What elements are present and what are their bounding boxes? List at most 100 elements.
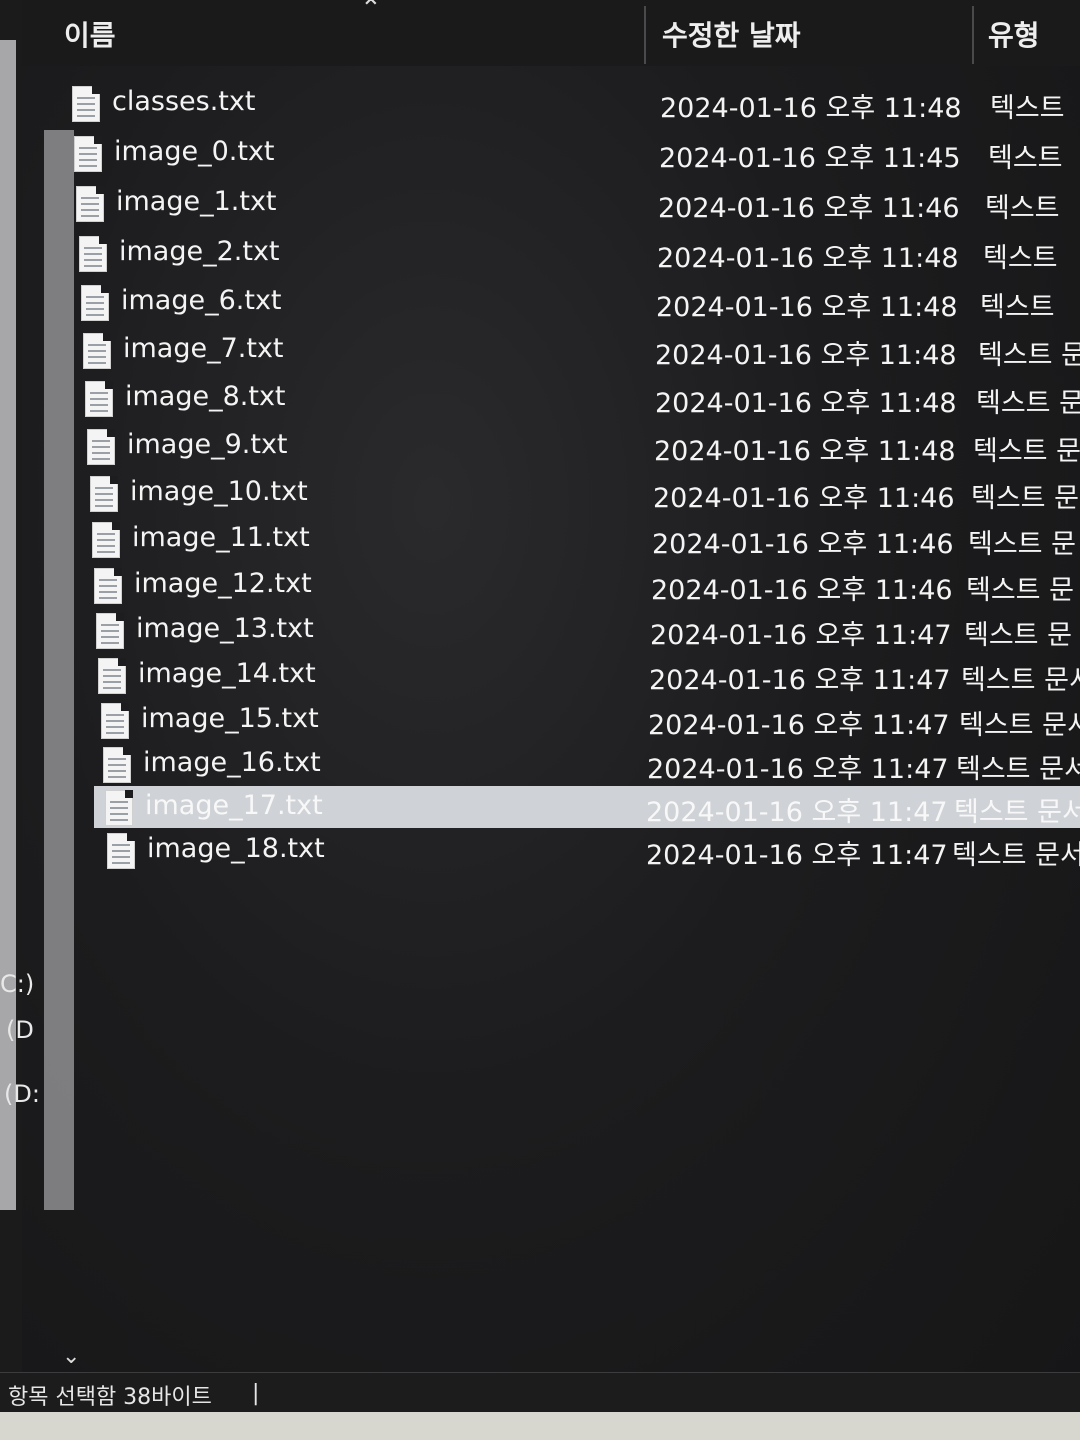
- file-row[interactable]: image_18.txt 2024-01-16 오후 11:47 텍스트 문서: [60, 829, 1080, 873]
- file-modified-date: 2024-01-16 오후 11:46: [658, 193, 960, 224]
- text-file-icon: [81, 285, 109, 321]
- file-row[interactable]: image_1.txt 2024-01-16 오후 11:46 텍스트: [60, 182, 1080, 226]
- file-type: 텍스트 문: [966, 575, 1074, 606]
- file-row[interactable]: image_10.txt 2024-01-16 오후 11:46 텍스트 문: [60, 472, 1080, 516]
- file-modified-date: 2024-01-16 오후 11:46: [653, 483, 955, 514]
- file-row[interactable]: image_2.txt 2024-01-16 오후 11:48 텍스트: [60, 232, 1080, 276]
- text-file-icon: [79, 236, 107, 272]
- monitor-bezel: [0, 1412, 1080, 1440]
- column-header-type[interactable]: 유형: [988, 14, 1040, 54]
- file-modified-date: 2024-01-16 오후 11:46: [652, 529, 954, 560]
- file-row[interactable]: classes.txt 2024-01-16 오후 11:48 텍스트: [60, 82, 1080, 126]
- text-file-icon: [92, 522, 120, 558]
- file-modified-date: 2024-01-16 오후 11:48: [654, 436, 956, 467]
- navigation-pane: [0, 0, 22, 1372]
- file-row[interactable]: image_14.txt 2024-01-16 오후 11:47 텍스트 문서: [60, 654, 1080, 698]
- file-type: 텍스트 문: [973, 436, 1080, 467]
- column-divider[interactable]: [972, 6, 974, 64]
- file-name: image_10.txt: [130, 476, 308, 507]
- file-name: image_18.txt: [147, 833, 325, 864]
- column-header-date[interactable]: 수정한 날짜: [662, 14, 801, 54]
- text-file-icon: [85, 381, 113, 417]
- text-file-icon: [103, 747, 131, 783]
- file-name: image_6.txt: [121, 285, 282, 316]
- file-modified-date: 2024-01-16 오후 11:47: [647, 754, 949, 785]
- file-row[interactable]: image_17.txt 2024-01-16 오후 11:47 텍스트 문서: [94, 786, 1080, 828]
- file-row[interactable]: image_8.txt 2024-01-16 오후 11:48 텍스트 문: [60, 377, 1080, 421]
- text-file-icon: [94, 568, 122, 604]
- file-modified-date: 2024-01-16 오후 11:48: [657, 243, 959, 274]
- file-type: 텍스트: [980, 292, 1055, 323]
- file-type: 텍스트 문서: [956, 754, 1080, 785]
- file-type: 텍스트 문: [964, 620, 1072, 651]
- file-type: 텍스트 문: [978, 340, 1080, 371]
- text-file-icon: [101, 703, 129, 739]
- text-file-icon: [96, 613, 124, 649]
- file-row[interactable]: image_11.txt 2024-01-16 오후 11:46 텍스트 문: [60, 518, 1080, 562]
- nav-item-drive-d-2[interactable]: (D:: [4, 1080, 40, 1108]
- file-type: 텍스트: [983, 243, 1058, 274]
- file-row[interactable]: image_13.txt 2024-01-16 오후 11:47 텍스트 문: [60, 609, 1080, 653]
- nav-item-drive-d[interactable]: (D: [6, 1016, 34, 1044]
- file-type: 텍스트 문: [968, 529, 1076, 560]
- nav-item-drive-c[interactable]: C:): [0, 970, 34, 998]
- file-row[interactable]: image_0.txt 2024-01-16 오후 11:45 텍스트: [60, 132, 1080, 176]
- text-file-icon: [76, 186, 104, 222]
- file-modified-date: 2024-01-16 오후 11:48: [655, 388, 957, 419]
- file-name: image_13.txt: [136, 613, 314, 644]
- file-name: image_14.txt: [138, 658, 316, 689]
- file-type: 텍스트 문: [976, 388, 1080, 419]
- file-type: 텍스트 문: [971, 483, 1079, 514]
- status-text: 항목 선택함 38바이트: [8, 1385, 212, 1410]
- file-modified-date: 2024-01-16 오후 11:45: [659, 143, 961, 174]
- file-name: image_0.txt: [114, 136, 275, 167]
- text-file-icon: [107, 833, 135, 869]
- text-file-icon: [90, 476, 118, 512]
- file-modified-date: 2024-01-16 오후 11:47: [650, 620, 952, 651]
- file-name: image_12.txt: [134, 568, 312, 599]
- chevron-down-icon[interactable]: ⌄: [62, 1344, 80, 1369]
- column-divider[interactable]: [644, 6, 646, 64]
- file-type: 텍스트 문서: [961, 665, 1080, 696]
- text-file-icon: [72, 86, 100, 122]
- file-modified-date: 2024-01-16 오후 11:47: [646, 840, 948, 871]
- file-modified-date: 2024-01-16 오후 11:48: [660, 93, 962, 124]
- chevron-up-icon: ⌃: [360, 0, 382, 24]
- text-file-icon: [74, 136, 102, 172]
- file-name: classes.txt: [112, 86, 256, 117]
- file-type: 텍스트: [988, 143, 1063, 174]
- file-modified-date: 2024-01-16 오후 11:47: [648, 710, 950, 741]
- file-modified-date: 2024-01-16 오후 11:46: [651, 575, 953, 606]
- file-row[interactable]: image_9.txt 2024-01-16 오후 11:48 텍스트 문: [60, 425, 1080, 469]
- status-separator: |: [252, 1381, 260, 1406]
- file-modified-date: 2024-01-16 오후 11:47: [646, 797, 948, 828]
- file-row[interactable]: image_16.txt 2024-01-16 오후 11:47 텍스트 문서: [60, 743, 1080, 787]
- text-file-icon: [105, 790, 133, 826]
- file-name: image_15.txt: [141, 703, 319, 734]
- text-file-icon: [87, 429, 115, 465]
- status-bar: 항목 선택함 38바이트 |: [0, 1372, 1080, 1413]
- file-modified-date: 2024-01-16 오후 11:47: [649, 665, 951, 696]
- file-row[interactable]: image_6.txt 2024-01-16 오후 11:48 텍스트: [60, 281, 1080, 325]
- text-file-icon: [83, 333, 111, 369]
- file-name: image_7.txt: [123, 333, 284, 364]
- file-name: image_17.txt: [145, 790, 323, 821]
- text-file-icon: [98, 658, 126, 694]
- file-name: image_9.txt: [127, 429, 288, 460]
- file-modified-date: 2024-01-16 오후 11:48: [655, 340, 957, 371]
- file-name: image_2.txt: [119, 236, 280, 267]
- file-name: image_1.txt: [116, 186, 277, 217]
- file-name: image_11.txt: [132, 522, 310, 553]
- file-type: 텍스트: [985, 193, 1060, 224]
- file-explorer-window: C:) (D (D: ⌃ 이름 수정한 날짜 유형 classes.txt 202…: [0, 0, 1080, 1440]
- file-type: 텍스트 문서: [952, 840, 1080, 871]
- file-type: 텍스트: [990, 93, 1065, 124]
- file-type: 텍스트 문서: [954, 797, 1080, 828]
- file-type: 텍스트 문서: [959, 710, 1080, 741]
- file-name: image_8.txt: [125, 381, 286, 412]
- file-row[interactable]: image_12.txt 2024-01-16 오후 11:46 텍스트 문: [60, 564, 1080, 608]
- column-header-name[interactable]: 이름: [64, 14, 116, 54]
- file-row[interactable]: image_7.txt 2024-01-16 오후 11:48 텍스트 문: [60, 329, 1080, 373]
- column-header-bar: ⌃ 이름 수정한 날짜 유형: [22, 0, 1080, 66]
- file-row[interactable]: image_15.txt 2024-01-16 오후 11:47 텍스트 문서: [60, 699, 1080, 743]
